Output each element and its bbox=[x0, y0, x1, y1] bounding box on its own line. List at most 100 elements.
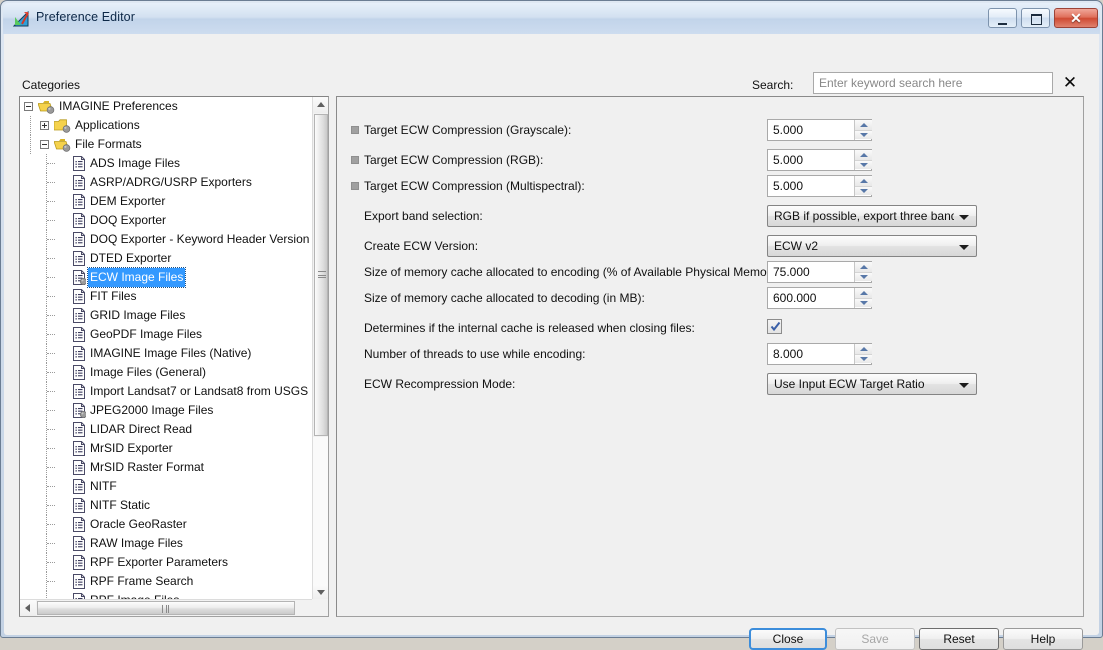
tree-item-label: NITF Static bbox=[90, 498, 151, 512]
search-input[interactable] bbox=[813, 72, 1053, 94]
spinner-up-icon[interactable] bbox=[855, 262, 872, 272]
scroll-left-arrow-icon[interactable] bbox=[20, 600, 36, 616]
setting-row: Size of memory cache allocated to decodi… bbox=[337, 285, 1083, 312]
settings-panel: Target ECW Compression (Grayscale): 5.000… bbox=[336, 96, 1084, 617]
spinner-buttons[interactable] bbox=[854, 288, 872, 308]
tree-item-asrp-adrg-usrp-exporters[interactable]: ASRP/ADRG/USRP Exporters bbox=[20, 173, 312, 192]
dropdown-value: Use Input ECW Target Ratio bbox=[774, 377, 925, 391]
tree-item-label: Applications bbox=[75, 118, 140, 132]
tree-item-nitf-static[interactable]: NITF Static bbox=[20, 496, 312, 515]
tree-item-label: NITF bbox=[90, 479, 117, 493]
tree-item-jpeg2000-image-files[interactable]: JPEG2000 Image Files bbox=[20, 401, 312, 420]
spinner-buttons[interactable] bbox=[854, 344, 872, 364]
setting-spinner[interactable]: 75.000 bbox=[767, 261, 872, 283]
tree-item-label: ASRP/ADRG/USRP Exporters bbox=[90, 175, 252, 189]
spinner-down-icon[interactable] bbox=[855, 272, 872, 281]
spinner-up-icon[interactable] bbox=[855, 288, 872, 298]
tree-item-mrsid-exporter[interactable]: MrSID Exporter bbox=[20, 439, 312, 458]
preference-editor-window: Preference Editor ✕ Categories Search: ✕… bbox=[0, 0, 1103, 650]
tree-item-applications[interactable]: Applications bbox=[20, 116, 312, 135]
tree-item-oracle-georaster[interactable]: Oracle GeoRaster bbox=[20, 515, 312, 534]
spinner-down-icon[interactable] bbox=[855, 354, 872, 363]
tree-item-imagine-preferences[interactable]: IMAGINE Preferences bbox=[20, 97, 312, 116]
vertical-scroll-track[interactable] bbox=[313, 437, 328, 584]
tree-toggle-icon[interactable] bbox=[40, 121, 49, 130]
spinner-up-icon[interactable] bbox=[855, 176, 872, 186]
setting-dropdown[interactable]: RGB if possible, export three bands onl bbox=[767, 205, 977, 227]
save-button[interactable]: Save bbox=[835, 628, 915, 650]
tree-item-mrsid-raster-format[interactable]: MrSID Raster Format bbox=[20, 458, 312, 477]
spinner-down-icon[interactable] bbox=[855, 186, 872, 195]
setting-label: Export band selection: bbox=[364, 209, 483, 223]
tree-item-doq-exporter-keyword-header-version[interactable]: DOQ Exporter - Keyword Header Version bbox=[20, 230, 312, 249]
setting-marker-icon bbox=[351, 156, 359, 164]
tree-item-lidar-direct-read[interactable]: LIDAR Direct Read bbox=[20, 420, 312, 439]
spinner-down-icon[interactable] bbox=[855, 130, 872, 139]
tree-item-label: MrSID Exporter bbox=[90, 441, 173, 455]
tree-item-geopdf-image-files[interactable]: GeoPDF Image Files bbox=[20, 325, 312, 344]
spinner-up-icon[interactable] bbox=[855, 120, 872, 130]
tree-toggle-icon[interactable] bbox=[40, 140, 49, 149]
tree-item-import-landsat7-or-landsat8-from-usgs[interactable]: Import Landsat7 or Landsat8 from USGS bbox=[20, 382, 312, 401]
reset-button[interactable]: Reset bbox=[919, 628, 999, 650]
tree-toggle-icon[interactable] bbox=[24, 102, 33, 111]
tree-item-rpf-exporter-parameters[interactable]: RPF Exporter Parameters bbox=[20, 553, 312, 572]
setting-spinner[interactable]: 600.000 bbox=[767, 287, 872, 309]
setting-dropdown[interactable]: ECW v2 bbox=[767, 235, 977, 257]
setting-row: Export band selection: RGB if possible, e… bbox=[337, 203, 1083, 230]
setting-row: Target ECW Compression (RGB): 5.000 bbox=[337, 147, 1083, 174]
minimize-button[interactable] bbox=[988, 8, 1017, 28]
document-icon bbox=[73, 422, 85, 437]
spinner-buttons[interactable] bbox=[854, 262, 872, 282]
tree-item-rpf-frame-search[interactable]: RPF Frame Search bbox=[20, 572, 312, 591]
document-icon bbox=[73, 536, 85, 551]
tree-item-image-files-general[interactable]: Image Files (General) bbox=[20, 363, 312, 382]
document-icon bbox=[73, 479, 85, 494]
tree-item-dem-exporter[interactable]: DEM Exporter bbox=[20, 192, 312, 211]
spinner-buttons[interactable] bbox=[854, 120, 872, 140]
setting-marker-icon bbox=[351, 182, 359, 190]
tree-item-ecw-image-files[interactable]: ECW Image Files bbox=[20, 267, 312, 288]
tree-item-dted-exporter[interactable]: DTED Exporter bbox=[20, 249, 312, 268]
setting-spinner[interactable]: 8.000 bbox=[767, 343, 872, 365]
search-clear-icon[interactable]: ✕ bbox=[1060, 74, 1080, 93]
spinner-buttons[interactable] bbox=[854, 176, 872, 196]
tree-vertical-scrollbar[interactable] bbox=[312, 97, 328, 600]
spinner-up-icon[interactable] bbox=[855, 344, 872, 354]
folder-open-icon bbox=[38, 101, 55, 114]
chevron-down-icon bbox=[959, 245, 969, 250]
tree-item-label: RPF Exporter Parameters bbox=[90, 555, 229, 569]
horizontal-scroll-thumb[interactable] bbox=[37, 601, 295, 615]
spinner-down-icon[interactable] bbox=[855, 160, 872, 169]
setting-row: Size of memory cache allocated to encodi… bbox=[337, 259, 1083, 286]
tree-item-raw-image-files[interactable]: RAW Image Files bbox=[20, 534, 312, 553]
tree-item-fit-files[interactable]: FIT Files bbox=[20, 287, 312, 306]
help-button[interactable]: Help bbox=[1003, 628, 1083, 650]
tree-item-file-formats[interactable]: File Formats bbox=[20, 135, 312, 154]
spinner-up-icon[interactable] bbox=[855, 150, 872, 160]
document-badge-icon bbox=[73, 403, 86, 418]
tree-item-grid-image-files[interactable]: GRID Image Files bbox=[20, 306, 312, 325]
vertical-scroll-thumb[interactable] bbox=[314, 114, 328, 436]
tree-item-label: FIT Files bbox=[90, 289, 137, 303]
setting-checkbox[interactable] bbox=[767, 319, 782, 334]
setting-spinner[interactable]: 5.000 bbox=[767, 149, 872, 171]
tree-horizontal-scrollbar[interactable] bbox=[20, 599, 328, 616]
tree-item-ads-image-files[interactable]: ADS Image Files bbox=[20, 154, 312, 173]
spinner-down-icon[interactable] bbox=[855, 298, 872, 307]
document-icon bbox=[73, 498, 85, 513]
scroll-down-arrow-icon[interactable] bbox=[313, 584, 328, 600]
document-icon bbox=[73, 175, 85, 190]
maximize-button[interactable] bbox=[1021, 8, 1050, 28]
tree-item-imagine-image-files-native[interactable]: IMAGINE Image Files (Native) bbox=[20, 344, 312, 363]
tree-item-label: RPF Frame Search bbox=[90, 574, 194, 588]
setting-spinner[interactable]: 5.000 bbox=[767, 175, 872, 197]
tree-item-doq-exporter[interactable]: DOQ Exporter bbox=[20, 211, 312, 230]
close-button[interactable]: Close bbox=[749, 628, 827, 650]
scroll-up-arrow-icon[interactable] bbox=[313, 97, 328, 113]
tree-item-nitf[interactable]: NITF bbox=[20, 477, 312, 496]
setting-dropdown[interactable]: Use Input ECW Target Ratio bbox=[767, 373, 977, 395]
spinner-buttons[interactable] bbox=[854, 150, 872, 170]
close-window-button[interactable]: ✕ bbox=[1054, 8, 1098, 28]
setting-spinner[interactable]: 5.000 bbox=[767, 119, 872, 141]
